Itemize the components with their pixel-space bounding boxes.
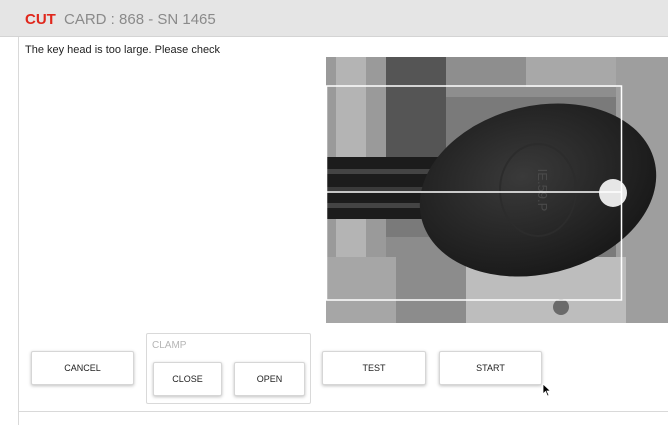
clamp-open-button[interactable]: OPEN (234, 362, 305, 396)
bottom-divider (18, 411, 668, 412)
start-button[interactable]: START (439, 351, 542, 385)
cancel-button[interactable]: CANCEL (31, 351, 134, 385)
clamp-label: CLAMP (152, 340, 187, 351)
title-bar: CUT CARD : 868 - SN 1465 (0, 0, 668, 37)
error-message: The key head is too large. Please check (25, 44, 221, 56)
test-button[interactable]: TEST (322, 351, 426, 385)
camera-view: IE.59.P (326, 57, 668, 323)
key-engraving: IE.59.P (535, 169, 550, 212)
mode-title: CUT (25, 11, 56, 28)
card-info: CARD : 868 - SN 1465 (64, 11, 216, 28)
left-divider (18, 37, 19, 425)
mouse-pointer-icon (542, 383, 552, 402)
clamp-close-button[interactable]: CLOSE (153, 362, 222, 396)
